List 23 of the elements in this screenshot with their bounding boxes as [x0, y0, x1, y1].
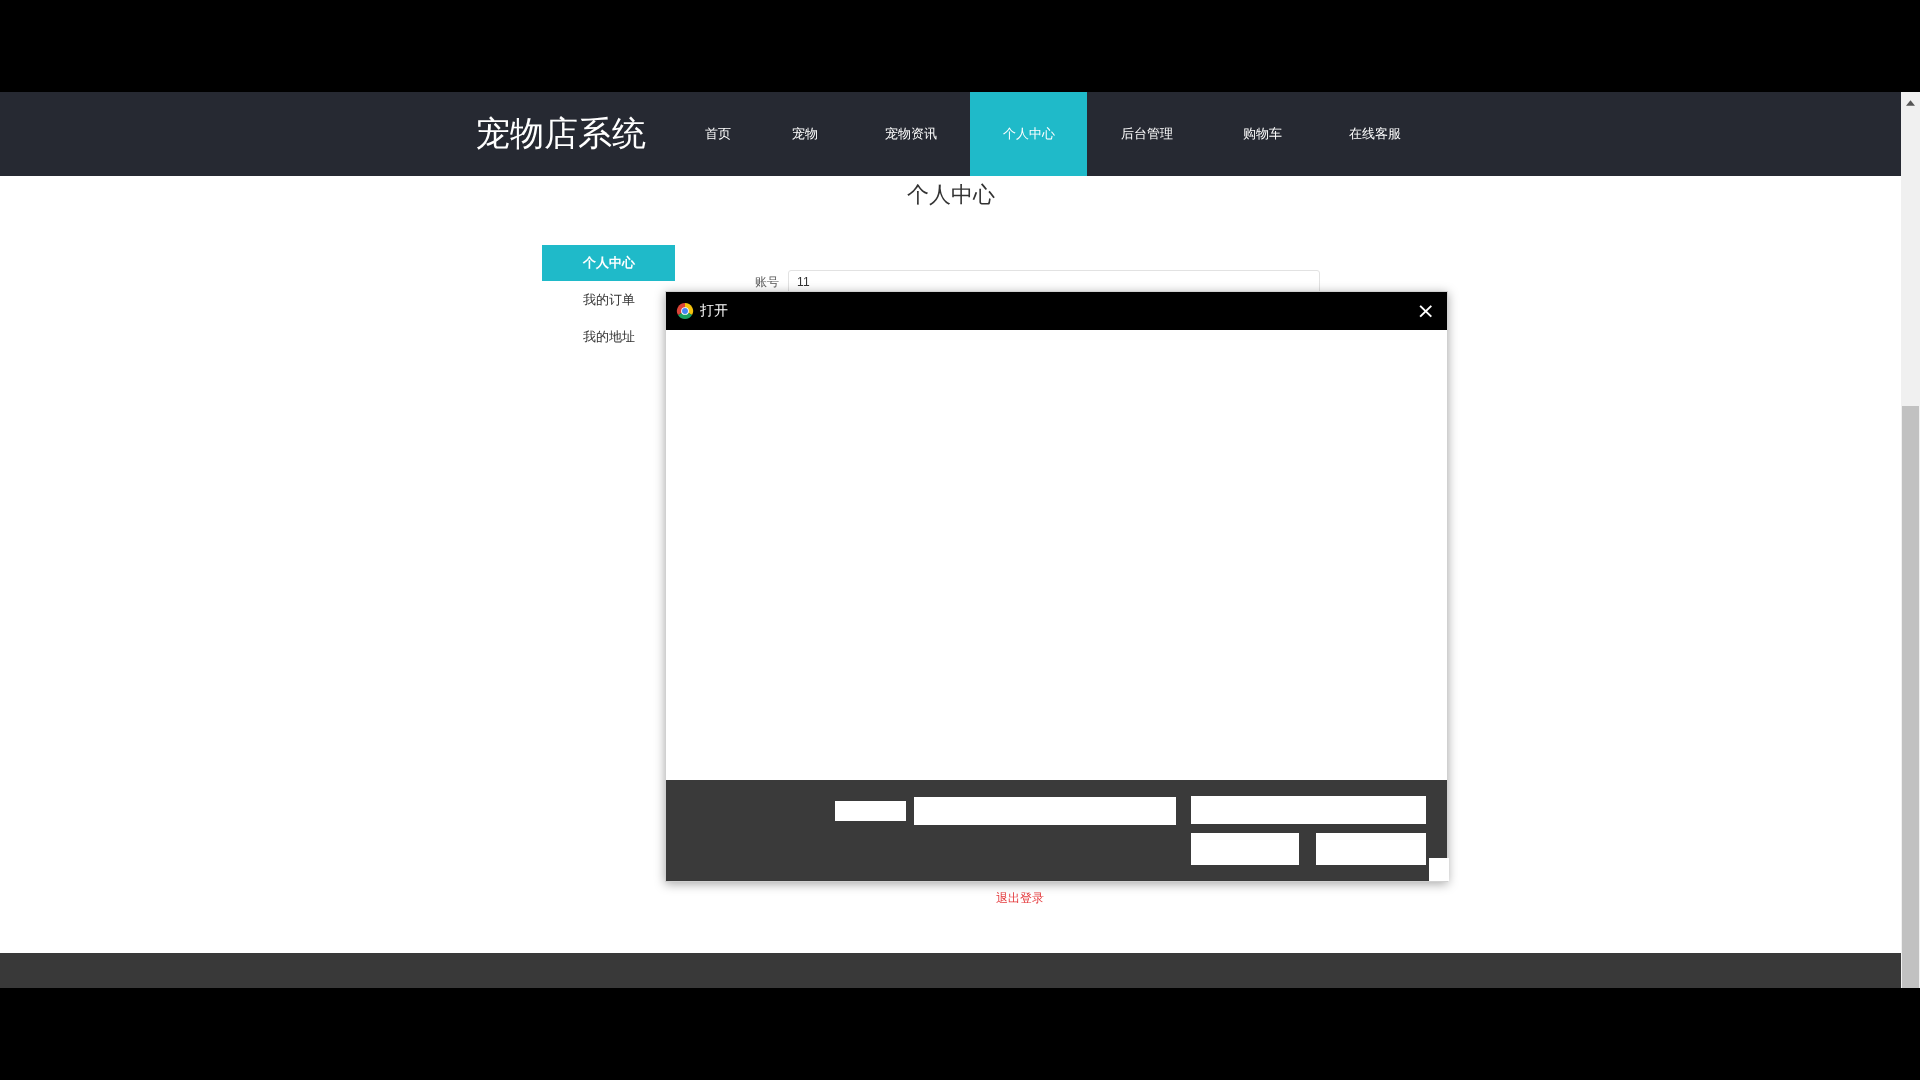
dialog-title: 打开	[700, 302, 729, 320]
resize-grip[interactable]	[1429, 858, 1449, 881]
page-title: 个人中心	[905, 181, 996, 209]
nav-tab[interactable]: 购物车	[1207, 92, 1317, 176]
input-field[interactable]: 11	[788, 270, 1320, 294]
close-button[interactable]: ×	[1416, 300, 1435, 322]
scrollbar[interactable]	[1901, 92, 1920, 988]
blank-control[interactable]	[1191, 796, 1426, 824]
browser-icon	[676, 302, 694, 320]
blank-control[interactable]	[1316, 833, 1426, 865]
scrollbar-thumb[interactable]	[1902, 406, 1919, 988]
scroll-up-icon[interactable]	[1906, 100, 1915, 106]
site-logo[interactable]: 宠物店系统	[476, 111, 678, 157]
nav-tab[interactable]: 后台管理	[1087, 92, 1207, 176]
nav-tab[interactable]: 宠物资讯	[852, 92, 970, 176]
blank-control[interactable]	[914, 797, 1176, 825]
nav-tab[interactable]: 宠物	[758, 92, 852, 176]
blank-control[interactable]	[1191, 833, 1299, 865]
field-label: 账号	[755, 273, 780, 291]
logout-link[interactable]: 退出登录	[996, 890, 1044, 907]
blank-control[interactable]	[835, 801, 906, 821]
nav-tab[interactable]: 在线客服	[1317, 92, 1433, 176]
nav-tab[interactable]: 首页	[678, 92, 758, 176]
